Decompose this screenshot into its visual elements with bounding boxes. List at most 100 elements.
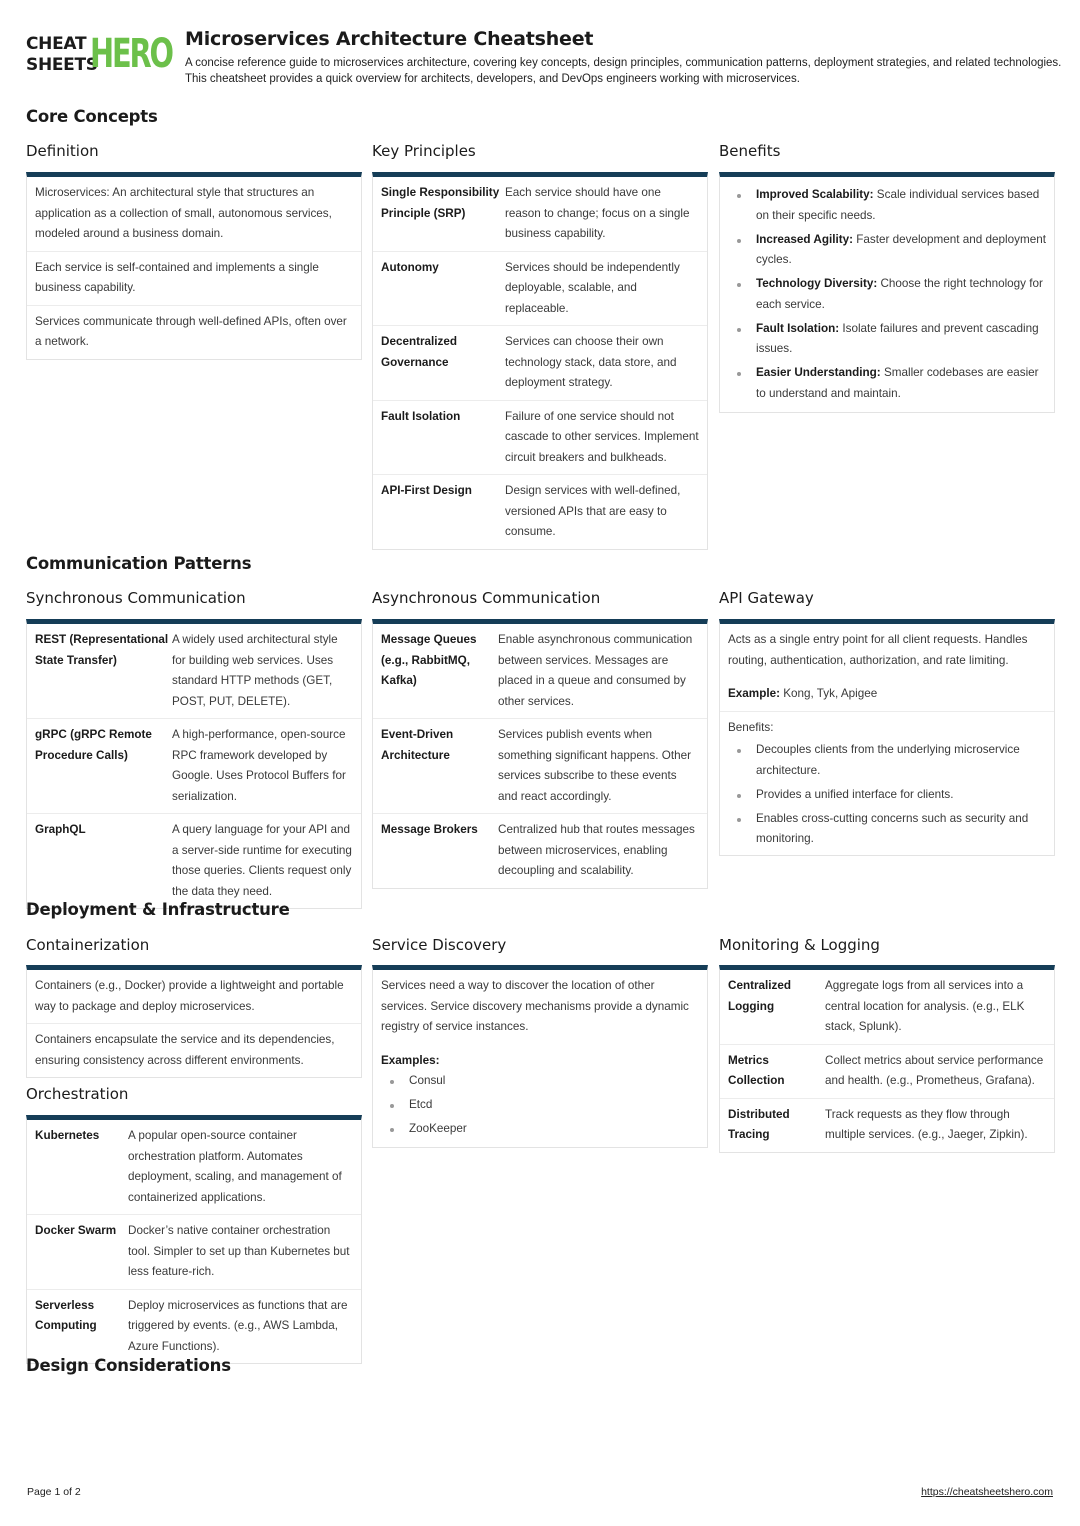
section-deployment-infrastructure: Deployment & Infrastructure bbox=[26, 900, 290, 919]
sync-name: gRPC (gRPC Remote Procedure Calls) bbox=[35, 728, 152, 762]
async-name: Event-Driven Architecture bbox=[381, 728, 454, 762]
definition-row: Each service is self-contained and imple… bbox=[27, 252, 361, 306]
card-definition: Microservices: An architectural style th… bbox=[26, 172, 362, 360]
monitoring-row: Distributed Tracing Track requests as the… bbox=[720, 1099, 1054, 1152]
principle-name: Decentralized Governance bbox=[381, 335, 457, 369]
principle-desc: Design services with well-defined, versi… bbox=[505, 484, 681, 538]
card-api-gateway: Acts as a single entry point for all cli… bbox=[719, 619, 1055, 856]
monitoring-row: Metrics Collection Collect metrics about … bbox=[720, 1045, 1054, 1099]
gateway-benefit-item: Decouples clients from the underlying mi… bbox=[728, 740, 1046, 781]
monitoring-desc: Collect metrics about service performanc… bbox=[825, 1053, 1044, 1088]
orchestration-name: Docker Swarm bbox=[35, 1224, 117, 1237]
principle-row: Decentralized Governance Services can cho… bbox=[373, 326, 707, 401]
principle-desc: Each service should have one reason to c… bbox=[505, 186, 690, 240]
card-title-sync: Synchronous Communication bbox=[26, 589, 246, 607]
principle-row: Autonomy Services should be independently… bbox=[373, 252, 707, 326]
principle-desc: Services can choose their own technology… bbox=[505, 335, 677, 389]
monitoring-name: Distributed Tracing bbox=[728, 1107, 790, 1142]
gateway-benefits-list: Decouples clients from the underlying mi… bbox=[728, 738, 1046, 850]
gateway-benefits: Benefits: Decouples clients from the und… bbox=[720, 712, 1054, 856]
card-title-api-gateway: API Gateway bbox=[719, 589, 814, 607]
card-benefits: Improved Scalability: Scale individual s… bbox=[719, 172, 1055, 413]
definition-row: Microservices: An architectural style th… bbox=[27, 177, 361, 252]
page-subtitle: A concise reference guide to microservic… bbox=[185, 57, 1062, 85]
site-link[interactable]: https://cheatsheetshero.com bbox=[921, 1486, 1053, 1498]
async-row: Message Queues (e.g., RabbitMQ, Kafka) En… bbox=[373, 624, 707, 719]
card-title-orchestration: Orchestration bbox=[26, 1085, 129, 1103]
gateway-benefit-item: Provides a unified interface for clients… bbox=[728, 785, 1046, 806]
principle-name: Single Responsibility Principle (SRP) bbox=[381, 186, 500, 220]
orchestration-desc: A popular open-source container orchestr… bbox=[128, 1129, 342, 1204]
orchestration-name: Serverless Computing bbox=[35, 1298, 97, 1333]
principle-name: API-First Design bbox=[381, 484, 472, 497]
benefit-item: Easier Understanding: Smaller codebases … bbox=[728, 363, 1046, 404]
logo-bottom: SHEETS bbox=[26, 55, 98, 75]
logo-hero: HERO bbox=[90, 31, 174, 77]
benefit-item: Technology Diversity: Choose the right t… bbox=[728, 274, 1046, 315]
card-async-communication: Message Queues (e.g., RabbitMQ, Kafka) En… bbox=[372, 619, 708, 889]
benefits-list: Improved Scalability: Scale individual s… bbox=[720, 177, 1054, 412]
async-name: Message Brokers bbox=[381, 823, 478, 836]
principle-row: Single Responsibility Principle (SRP) Eac… bbox=[373, 177, 707, 252]
page-number: Page 1 of 2 bbox=[27, 1486, 81, 1498]
orchestration-row: Kubernetes A popular open-source containe… bbox=[27, 1120, 361, 1215]
benefit-item: Improved Scalability: Scale individual s… bbox=[728, 185, 1046, 226]
card-monitoring-logging: Centralized Logging Aggregate logs from a… bbox=[719, 965, 1055, 1153]
card-sync-communication: REST (Representational State Transfer) A … bbox=[26, 619, 362, 909]
discovery-content: Services need a way to discover the loca… bbox=[373, 970, 707, 1147]
card-title-benefits: Benefits bbox=[719, 142, 781, 160]
card-containerization: Containers (e.g., Docker) provide a ligh… bbox=[26, 965, 362, 1078]
orchestration-desc: Deploy microservices as functions that a… bbox=[128, 1298, 348, 1353]
async-desc: Services publish events when something s… bbox=[498, 728, 691, 803]
cheatsheetshero-logo[interactable]: CHEAT SHEETS HERO bbox=[26, 31, 176, 78]
page-title: Microservices Architecture Cheatsheet bbox=[185, 28, 594, 50]
async-name: Message Queues (e.g., RabbitMQ, Kafka) bbox=[381, 633, 477, 687]
monitoring-desc: Aggregate logs from all services into a … bbox=[825, 979, 1025, 1033]
sync-desc: A high-performance, open-source RPC fram… bbox=[172, 728, 346, 803]
orchestration-desc: Docker’s native container orchestration … bbox=[128, 1224, 350, 1278]
sync-row: GraphQL A query language for your API and… bbox=[27, 814, 361, 908]
discovery-desc: Services need a way to discover the loca… bbox=[381, 979, 689, 1033]
orchestration-row: Serverless Computing Deploy microservices… bbox=[27, 1290, 361, 1364]
async-desc: Enable asynchronous communication betwee… bbox=[498, 633, 693, 708]
sync-name: GraphQL bbox=[35, 823, 86, 836]
gateway-example: Example: Kong, Tyk, Apigee bbox=[728, 687, 878, 700]
gateway-benefits-label: Benefits: bbox=[728, 720, 774, 734]
discovery-example-item: Etcd bbox=[381, 1095, 699, 1116]
discovery-example-item: Consul bbox=[381, 1071, 699, 1092]
logo-top: CHEAT bbox=[26, 34, 87, 54]
container-row: Containers (e.g., Docker) provide a ligh… bbox=[27, 970, 361, 1024]
card-title-definition: Definition bbox=[26, 142, 99, 160]
principle-name: Fault Isolation bbox=[381, 409, 461, 423]
card-orchestration: Kubernetes A popular open-source containe… bbox=[26, 1115, 362, 1364]
principle-name: Autonomy bbox=[381, 260, 439, 274]
monitoring-name: Centralized Logging bbox=[728, 979, 791, 1013]
section-communication-patterns: Communication Patterns bbox=[26, 554, 252, 573]
section-design-considerations: Design Considerations bbox=[26, 1356, 231, 1375]
sync-row: REST (Representational State Transfer) A … bbox=[27, 624, 361, 719]
sync-row: gRPC (gRPC Remote Procedure Calls) A high… bbox=[27, 719, 361, 814]
monitoring-row: Centralized Logging Aggregate logs from a… bbox=[720, 970, 1054, 1045]
orchestration-row: Docker Swarm Docker’s native container or… bbox=[27, 1215, 361, 1290]
principle-desc: Failure of one service should not cascad… bbox=[505, 409, 699, 464]
card-service-discovery: Services need a way to discover the loca… bbox=[372, 965, 708, 1148]
discovery-examples-list: Consul Etcd ZooKeeper bbox=[381, 1071, 699, 1140]
principle-desc: Services should be independently deploya… bbox=[505, 260, 680, 315]
discovery-example-item: ZooKeeper bbox=[381, 1119, 699, 1140]
card-title-async: Asynchronous Communication bbox=[372, 589, 601, 607]
async-desc: Centralized hub that routes messages bet… bbox=[498, 823, 695, 877]
logo-text: CHEAT SHEETS bbox=[26, 34, 98, 76]
sync-desc: A widely used architectural style for bu… bbox=[172, 633, 338, 708]
orchestration-name: Kubernetes bbox=[35, 1129, 100, 1142]
section-core-concepts: Core Concepts bbox=[26, 107, 158, 126]
card-title-key-principles: Key Principles bbox=[372, 142, 476, 160]
definition-row: Services communicate through well-define… bbox=[35, 314, 347, 349]
card-title-containerization: Containerization bbox=[26, 936, 150, 954]
monitoring-name: Metrics Collection bbox=[728, 1053, 785, 1088]
async-row: Event-Driven Architecture Services publis… bbox=[373, 719, 707, 814]
monitoring-desc: Track requests as they flow through mult… bbox=[825, 1107, 1028, 1142]
benefit-item: Increased Agility: Faster development an… bbox=[728, 230, 1046, 271]
gateway-desc-text: Acts as a single entry point for all cli… bbox=[728, 633, 1028, 667]
gateway-benefit-item: Enables cross-cutting concerns such as s… bbox=[728, 809, 1046, 850]
card-title-service-discovery: Service Discovery bbox=[372, 936, 507, 954]
